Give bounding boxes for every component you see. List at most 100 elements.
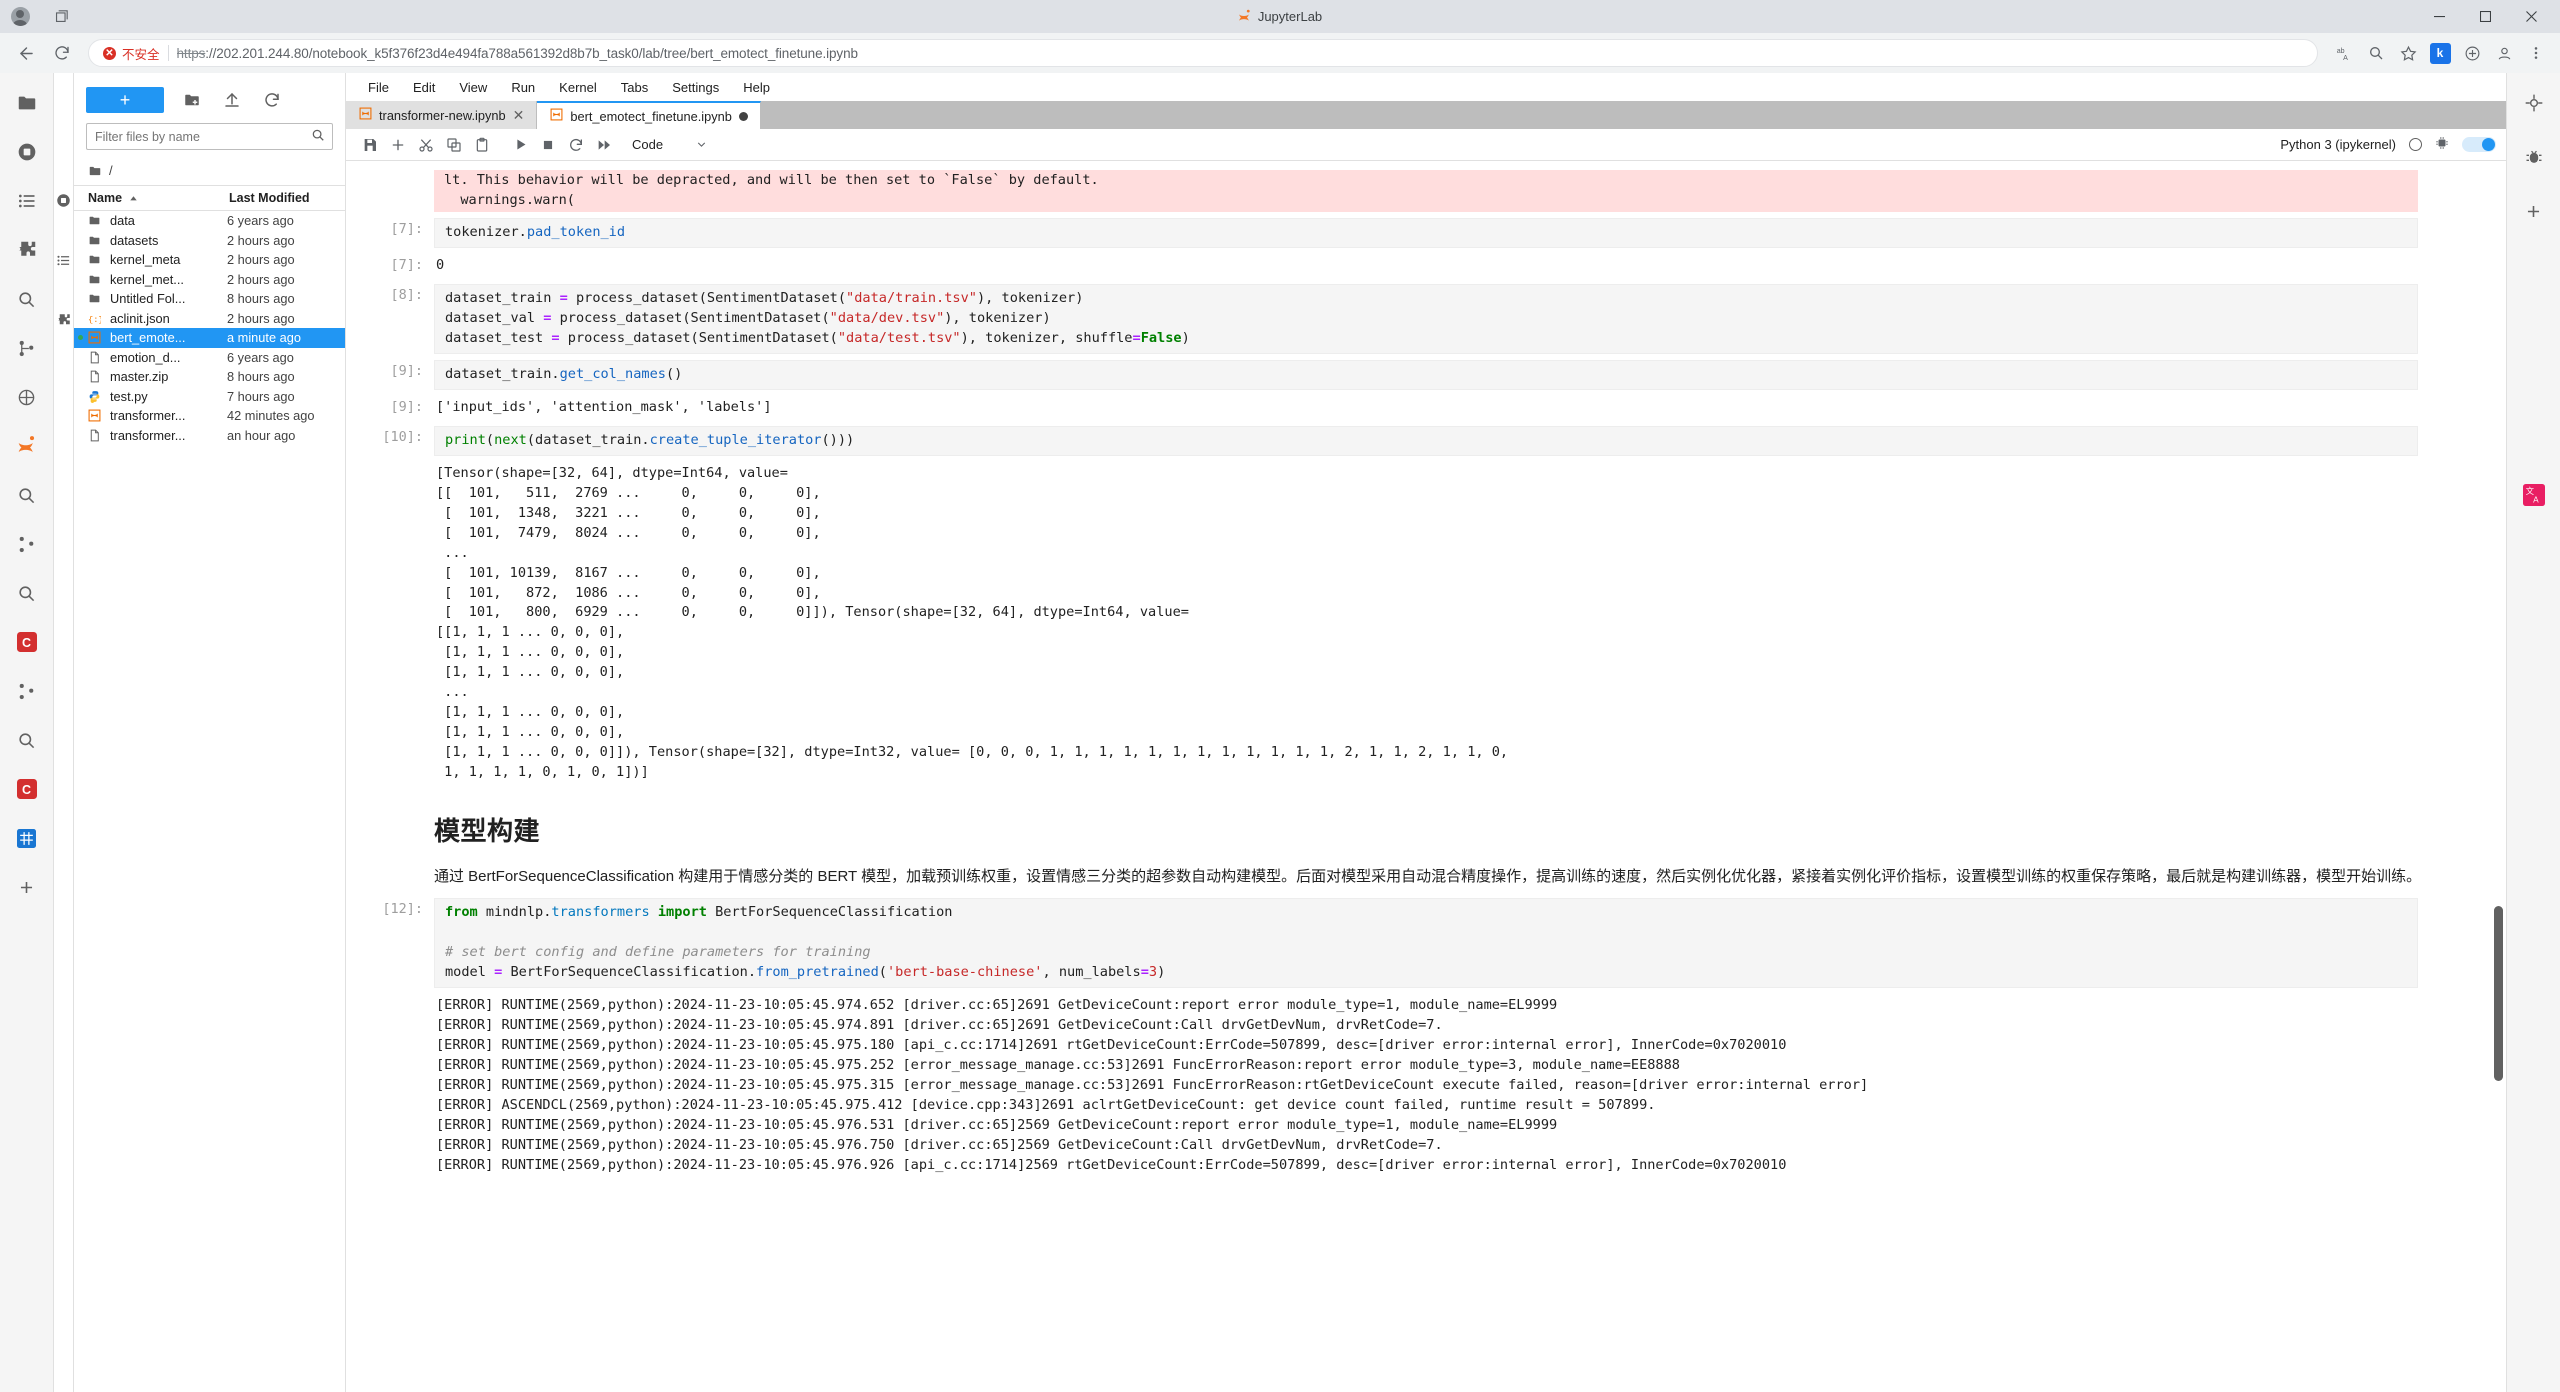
code-editor[interactable]: tokenizer.pad_token_id	[434, 217, 2418, 248]
code-cell[interactable]: [8]: dataset_train = process_dataset(Sent…	[346, 281, 2506, 357]
menu-view[interactable]: View	[447, 78, 499, 97]
file-list-item[interactable]: kernel_met... 2 hours ago	[74, 270, 345, 290]
code-cell[interactable]: [9]: dataset_train.get_col_names()	[346, 357, 2506, 393]
puzzle-icon[interactable]	[56, 313, 71, 331]
debugger-icon[interactable]	[2518, 141, 2550, 173]
file-list-item[interactable]: test.py 7 hours ago	[74, 387, 345, 407]
kernel-name-label[interactable]: Python 3 (ipykernel)	[2280, 137, 2396, 152]
restart-kernel-icon[interactable]	[562, 132, 590, 158]
code-editor[interactable]: dataset_train = process_dataset(Sentimen…	[434, 283, 2418, 354]
insecure-badge[interactable]: ✕ 不安全	[103, 44, 160, 63]
menu-run[interactable]: Run	[499, 78, 547, 97]
refresh-icon[interactable]	[260, 88, 284, 112]
output-cell[interactable]: [Tensor(shape=[32, 64], dtype=Int64, val…	[346, 459, 2506, 789]
output-cell[interactable]: [ERROR] RUNTIME(2569,python):2024-11-23-…	[346, 991, 2506, 1181]
breadcrumb[interactable]: /	[74, 158, 345, 185]
maximize-button[interactable]	[2462, 0, 2508, 33]
new-folder-icon[interactable]	[180, 88, 204, 112]
sidebar-item-git-3[interactable]	[11, 675, 43, 707]
output-cell[interactable]: [9]: ['input_ids', 'attention_mask', 'lab…	[346, 393, 2506, 423]
file-list-item[interactable]: transformer... 42 minutes ago	[74, 406, 345, 426]
new-launcher-button[interactable]: +	[86, 87, 164, 113]
code-cell[interactable]: [10]: print(next(dataset_train.create_tup…	[346, 423, 2506, 459]
profile-avatar[interactable]	[6, 3, 34, 31]
stop-circle-icon[interactable]	[56, 193, 71, 211]
translate-panel-icon[interactable]: 文A	[2518, 479, 2550, 511]
sidebar-item-grid[interactable]	[11, 822, 43, 854]
file-list-item[interactable]: {:} aclinit.json 2 hours ago	[74, 309, 345, 329]
file-filter-input[interactable]	[95, 129, 324, 144]
tab-collections-icon[interactable]	[46, 3, 76, 31]
menu-edit[interactable]: Edit	[401, 78, 447, 97]
sidebar-item-search-3[interactable]	[11, 577, 43, 609]
cut-icon[interactable]	[412, 132, 440, 158]
menu-kernel[interactable]: Kernel	[547, 78, 609, 97]
code-cell[interactable]: [7]: tokenizer.pad_token_id	[346, 215, 2506, 251]
zoom-icon[interactable]	[2362, 39, 2390, 67]
interrupt-kernel-icon[interactable]	[534, 132, 562, 158]
code-editor[interactable]: print(next(dataset_train.create_tuple_it…	[434, 425, 2418, 456]
file-list-item[interactable]: bert_emote... a minute ago	[74, 328, 345, 348]
reload-button[interactable]	[46, 37, 78, 69]
notebook-tab[interactable]: transformer-new.ipynb ✕	[346, 101, 538, 129]
profile-icon[interactable]	[2490, 39, 2518, 67]
code-cell[interactable]: [12]: from mindnlp.transformers import Be…	[346, 895, 2506, 991]
property-inspector-icon[interactable]	[2518, 87, 2550, 119]
notebook-scroll-area[interactable]: lt. This behavior will be depracted, and…	[346, 161, 2506, 1392]
sidebar-item-search[interactable]	[11, 283, 43, 315]
sidebar-item-c-red-2[interactable]: C	[11, 773, 43, 805]
file-list-item[interactable]: transformer... an hour ago	[74, 426, 345, 446]
file-filter-box[interactable]	[86, 123, 333, 150]
extension-k-icon[interactable]: k	[2426, 39, 2454, 67]
notebook-mode-toggle[interactable]	[2462, 137, 2496, 152]
file-list-item[interactable]: datasets 2 hours ago	[74, 231, 345, 251]
kernel-settings-icon[interactable]	[2435, 136, 2449, 153]
file-list-item[interactable]: Untitled Fol... 8 hours ago	[74, 289, 345, 309]
add-panel-icon[interactable]	[2518, 195, 2550, 227]
sidebar-item-running[interactable]	[11, 136, 43, 168]
sidebar-item-git-2[interactable]	[11, 528, 43, 560]
minimize-button[interactable]	[2416, 0, 2462, 33]
list-icon[interactable]	[56, 253, 71, 271]
sidebar-item-table-of-contents[interactable]	[11, 185, 43, 217]
sidebar-item-jupyterlab-logo[interactable]	[11, 430, 43, 462]
file-list-item[interactable]: data 6 years ago	[74, 211, 345, 231]
upload-icon[interactable]	[220, 88, 244, 112]
translate-icon[interactable]: ab A	[2330, 39, 2358, 67]
sidebar-item-git[interactable]	[11, 332, 43, 364]
column-header-name[interactable]: Name	[74, 191, 227, 205]
extensions-puzzle-icon[interactable]	[2458, 39, 2486, 67]
file-list-item[interactable]: kernel_meta 2 hours ago	[74, 250, 345, 270]
sidebar-item-file-browser[interactable]	[11, 87, 43, 119]
save-icon[interactable]	[356, 132, 384, 158]
code-editor[interactable]: dataset_train.get_col_names()	[434, 359, 2418, 390]
code-editor[interactable]: from mindnlp.transformers import BertFor…	[434, 898, 2418, 989]
menu-help[interactable]: Help	[731, 78, 782, 97]
column-header-modified[interactable]: Last Modified	[227, 191, 345, 205]
notebook-vertical-scrollbar[interactable]	[2494, 906, 2503, 1081]
notebook-tab[interactable]: bert_emotect_finetune.ipynb	[537, 101, 761, 129]
paste-icon[interactable]	[468, 132, 496, 158]
insert-cell-icon[interactable]	[384, 132, 412, 158]
bookmark-star-icon[interactable]	[2394, 39, 2422, 67]
sidebar-item-extensions[interactable]	[11, 234, 43, 266]
cell-type-select[interactable]: Code	[632, 137, 708, 152]
copy-icon[interactable]	[440, 132, 468, 158]
unsaved-indicator[interactable]	[738, 111, 748, 121]
sidebar-item-search-4[interactable]	[11, 724, 43, 756]
url-bar[interactable]: ✕ 不安全 https://202.201.244.80/notebook_k5…	[88, 39, 2318, 67]
menu-file[interactable]: File	[356, 78, 401, 97]
file-list-item[interactable]: emotion_d... 6 years ago	[74, 348, 345, 368]
restart-run-all-icon[interactable]	[590, 132, 618, 158]
file-list-item[interactable]: master.zip 8 hours ago	[74, 367, 345, 387]
menu-settings[interactable]: Settings	[660, 78, 731, 97]
run-cell-icon[interactable]	[506, 132, 534, 158]
sidebar-item-c-red[interactable]: C	[11, 626, 43, 658]
sidebar-item-search-2[interactable]	[11, 479, 43, 511]
browser-menu-icon[interactable]	[2522, 39, 2550, 67]
close-button[interactable]	[2508, 0, 2554, 33]
sidebar-item-property-inspector[interactable]	[11, 381, 43, 413]
output-cell[interactable]: [7]: 0	[346, 251, 2506, 281]
back-button[interactable]	[10, 37, 42, 69]
markdown-cell[interactable]: 模型构建 通过 BertForSequenceClassification 构建用…	[346, 788, 2506, 895]
